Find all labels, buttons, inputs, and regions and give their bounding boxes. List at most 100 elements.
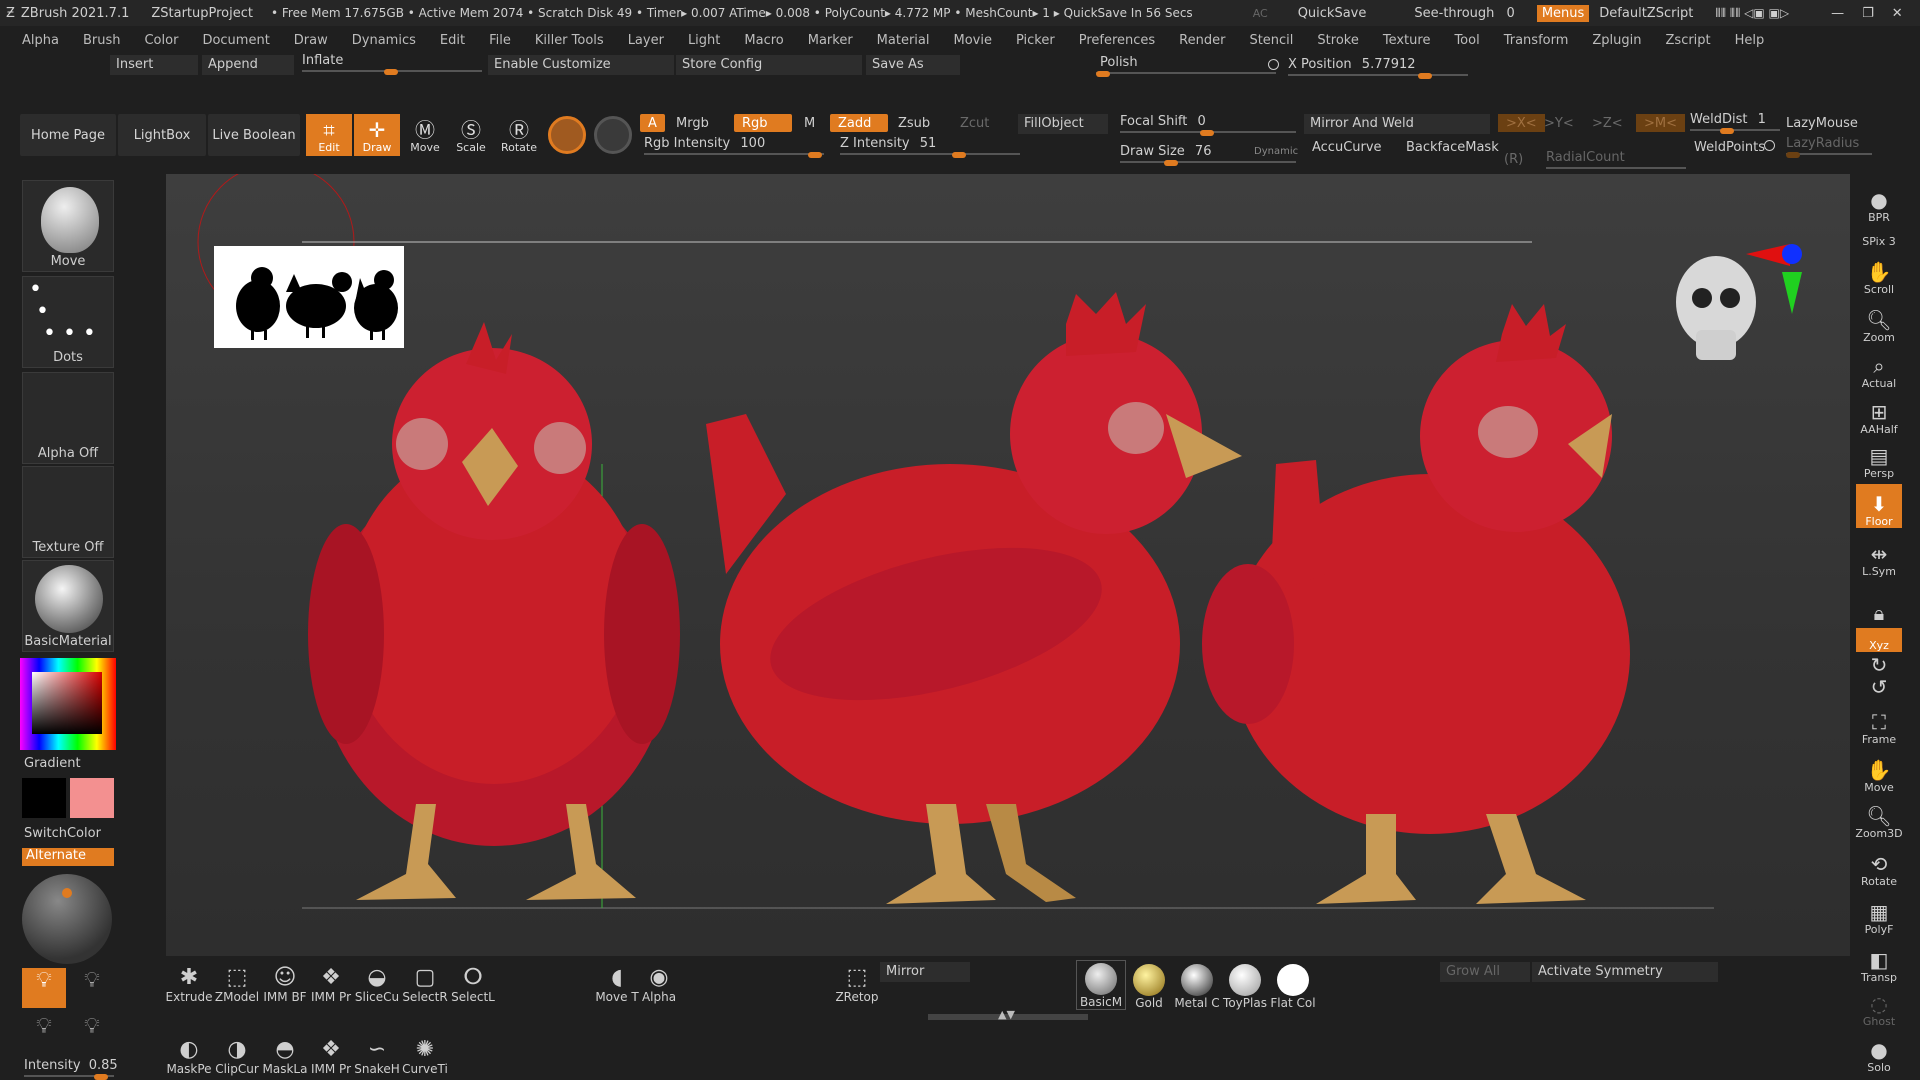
material-metal-button[interactable]: Metal C <box>1172 960 1222 1010</box>
ui-layout-icons[interactable]: ⦀⦀ ⦀⦀ ◁▣ ▣▷ <box>1715 6 1789 21</box>
weldpoints-toggle[interactable]: WeldPoints <box>1686 138 1773 156</box>
close-icon[interactable]: ✕ <box>1892 6 1903 21</box>
z-intensity-slider[interactable]: Z Intensity 51 <box>840 136 1020 158</box>
restore-icon[interactable]: ❐ <box>1862 6 1874 21</box>
menu-draw[interactable]: Draw <box>282 33 340 48</box>
minimize-icon[interactable]: — <box>1831 6 1844 21</box>
rgb-intensity-slider[interactable]: Rgb Intensity 100 <box>644 136 824 158</box>
lazymouse-toggle[interactable]: LazyMouse <box>1778 114 1866 132</box>
color-picker[interactable] <box>20 658 116 750</box>
rgb-toggle[interactable]: Rgb <box>734 114 792 132</box>
menu-zscript[interactable]: Zscript <box>1654 33 1723 48</box>
menu-movie[interactable]: Movie <box>941 33 1003 48</box>
seethrough-slider[interactable]: See-through 0 <box>1402 6 1514 21</box>
material-gold-button[interactable]: Gold <box>1124 960 1174 1010</box>
zoom3d-button[interactable]: 🔍︎ Zoom3D <box>1855 796 1902 840</box>
menu-stencil[interactable]: Stencil <box>1237 33 1305 48</box>
brush-icon[interactable] <box>548 116 586 154</box>
stroke-icon[interactable] <box>594 116 632 154</box>
y-rotate-button[interactable]: ↻ <box>1856 654 1902 676</box>
rotate-view-button[interactable]: ⟲ Rotate <box>1856 844 1902 888</box>
viewport-scene[interactable] <box>166 174 1850 956</box>
z-symmetry-toggle[interactable]: >Z< <box>1584 114 1631 132</box>
z-rotate-button[interactable]: ↺ <box>1856 676 1902 698</box>
accucurve-toggle[interactable]: AccuCurve <box>1304 138 1390 156</box>
mirror-and-weld-button[interactable]: Mirror And Weld <box>1304 114 1490 134</box>
menu-layer[interactable]: Layer <box>616 33 676 48</box>
menu-zplugin[interactable]: Zplugin <box>1580 33 1653 48</box>
menu-marker[interactable]: Marker <box>796 33 865 48</box>
floor-button[interactable]: ⬇ Floor <box>1856 484 1902 528</box>
persp-button[interactable]: ▤ Persp <box>1856 436 1902 480</box>
menu-transform[interactable]: Transform <box>1492 33 1581 48</box>
clipcurve-button[interactable]: ◑ ClipCur <box>212 1026 262 1077</box>
save-as-button[interactable]: Save As <box>866 55 960 75</box>
bpr-button[interactable]: ● BPR <box>1856 180 1902 224</box>
inflate-knob[interactable] <box>384 69 398 75</box>
live-boolean-button[interactable]: Live Boolean <box>208 114 300 156</box>
mirror-button[interactable]: Mirror <box>880 962 970 982</box>
frame-button[interactable]: ⛶ Frame <box>1856 702 1902 746</box>
welddist-slider[interactable]: WeldDist 1 <box>1690 112 1780 134</box>
imm-pr-button[interactable]: ❖ IMM Pr <box>306 954 356 1005</box>
menu-alpha[interactable]: Alpha <box>0 33 71 48</box>
texture-slot[interactable]: Texture Off <box>22 466 114 558</box>
actual-button[interactable]: ⌕ Actual <box>1856 346 1902 390</box>
menu-material[interactable]: Material <box>865 33 942 48</box>
material-toyplastic-button[interactable]: ToyPlas <box>1220 960 1270 1010</box>
move-mode-button[interactable]: Ⓜ Move <box>402 114 448 156</box>
quicksave-button[interactable]: QuickSave <box>1298 6 1367 21</box>
inflate-slider[interactable]: Inflate <box>302 53 482 75</box>
home-page-button[interactable]: Home Page <box>20 114 116 156</box>
grow-all-button[interactable]: Grow All <box>1440 962 1530 982</box>
solo-button[interactable]: ● Solo <box>1856 1030 1902 1074</box>
masklasso-button[interactable]: ◓ MaskLa <box>260 1026 310 1077</box>
focal-shift-slider[interactable]: Focal Shift 0 <box>1120 114 1296 136</box>
light-bulb-1-icon[interactable]: 💡︎ <box>22 968 66 1008</box>
menu-stroke[interactable]: Stroke <box>1305 33 1370 48</box>
x-position-slider[interactable]: X Position 5.77912 <box>1288 57 1468 79</box>
transp-button[interactable]: ◧ Transp <box>1856 940 1902 984</box>
edit-mode-button[interactable]: ⌗ Edit <box>306 114 352 156</box>
lock-button[interactable]: 🔒︎ <box>1856 580 1902 624</box>
alternate-button[interactable]: Alternate <box>22 848 114 866</box>
light-bulb-4-icon[interactable]: 💡︎ <box>70 1014 114 1050</box>
menus-toggle[interactable]: Menus <box>1536 4 1590 22</box>
weldpoints-radio-icon[interactable] <box>1764 140 1775 151</box>
ghost-button[interactable]: ◌ Ghost <box>1856 984 1902 1028</box>
material-slot[interactable]: BasicMaterial <box>22 560 114 652</box>
alpha-slot[interactable]: Alpha Off <box>22 372 114 464</box>
draw-mode-button[interactable]: ✛ Draw <box>354 114 400 156</box>
enable-customize-button[interactable]: Enable Customize <box>488 55 674 75</box>
bottom-tray-handle[interactable]: ▲▼ <box>928 1008 1088 1021</box>
scroll-button[interactable]: ✋ Scroll <box>1856 252 1902 296</box>
zcut-toggle[interactable]: Zcut <box>952 114 997 132</box>
menu-color[interactable]: Color <box>132 33 190 48</box>
material-basic-button[interactable]: BasicM <box>1076 960 1126 1010</box>
radial-r-toggle[interactable]: (R) <box>1496 150 1531 168</box>
menu-brush[interactable]: Brush <box>71 33 133 48</box>
menu-file[interactable]: File <box>477 33 523 48</box>
zbrush-logo-icon[interactable]: Ƶ <box>6 6 15 21</box>
a-toggle[interactable]: A <box>640 114 665 132</box>
polish-radio-icon[interactable] <box>1268 59 1279 70</box>
scale-mode-button[interactable]: Ⓢ Scale <box>448 114 494 156</box>
m-symmetry-toggle[interactable]: >M< <box>1636 114 1686 132</box>
maskpen-button[interactable]: ◐ MaskPe <box>164 1026 214 1077</box>
snakehook-button[interactable]: ∽ SnakeH <box>352 1026 402 1077</box>
zretop-button[interactable]: ⬚ ZRetop <box>832 954 882 1005</box>
menu-macro[interactable]: Macro <box>732 33 795 48</box>
menu-help[interactable]: Help <box>1723 33 1777 48</box>
selectrect-button[interactable]: ▢ SelectR <box>400 954 450 1005</box>
default-zscript-button[interactable]: DefaultZScript <box>1599 6 1693 21</box>
zsub-toggle[interactable]: Zsub <box>890 114 938 132</box>
slicecurve-button[interactable]: ◒ SliceCu <box>352 954 402 1005</box>
brush-slot[interactable]: Move <box>22 180 114 272</box>
extrude-button[interactable]: ✱ Extrude <box>164 954 214 1005</box>
lsym-button[interactable]: ⇹ L.Sym <box>1856 534 1902 578</box>
y-symmetry-toggle[interactable]: >Y< <box>1536 114 1582 132</box>
insert-button[interactable]: Insert <box>110 55 198 75</box>
polyf-button[interactable]: ▦ PolyF <box>1856 892 1902 936</box>
alpha-brush-button[interactable]: ◉ Alpha <box>634 954 684 1005</box>
primary-color-swatch[interactable] <box>22 778 66 818</box>
